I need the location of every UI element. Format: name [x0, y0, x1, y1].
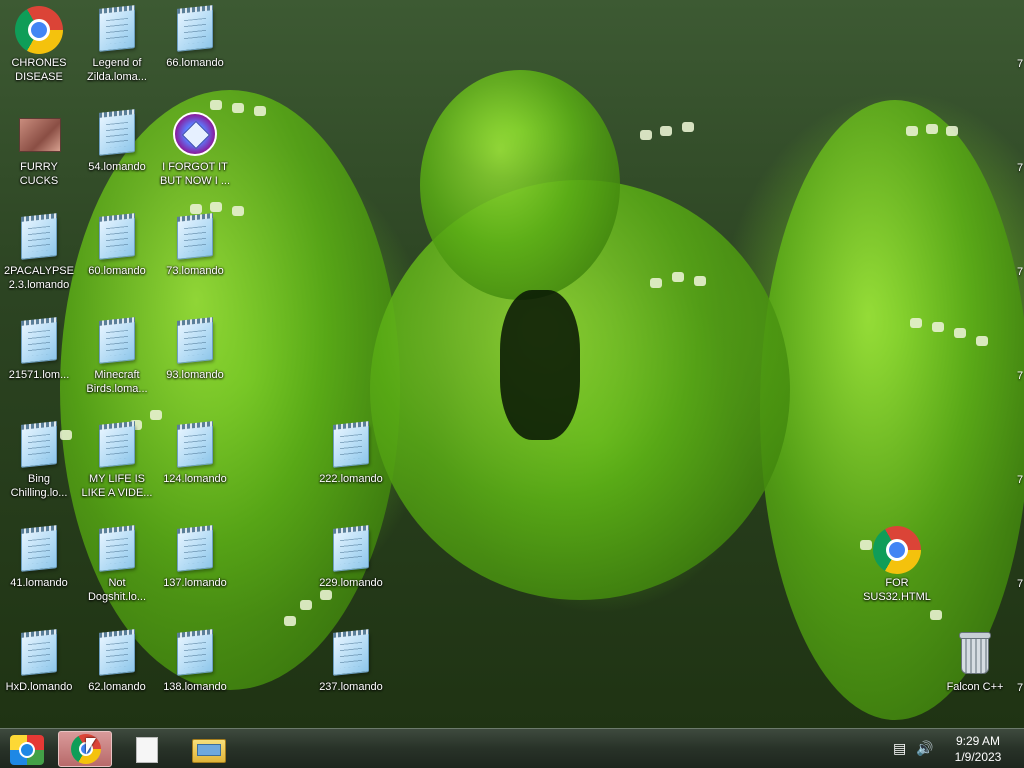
desktop-icon-21571[interactable]: 21571.lom... — [0, 314, 78, 382]
notepad-icon — [177, 216, 213, 260]
notepad-icon — [21, 424, 57, 468]
desktop-icon-hxd-lomando[interactable]: HxD.lomando — [0, 626, 78, 694]
notepad-icon — [21, 528, 57, 572]
desktop-icon-falcon-cpp[interactable]: Falcon C++ — [936, 626, 1014, 694]
icon-label: Bing Chilling.lo... — [10, 473, 68, 499]
taskbar-button-document[interactable] — [118, 731, 172, 767]
icon-label: Falcon C++ — [946, 681, 1004, 693]
start-button[interactable] — [0, 731, 54, 767]
icon-label: MY LIFE IS LIKE A VIDE... — [81, 473, 153, 499]
desktop-icon-124-lomando[interactable]: 124.lomando — [156, 418, 234, 486]
image-thumbnail-icon — [19, 118, 61, 152]
icon-label: FOR SUS32.HTML — [863, 577, 931, 603]
desktop-icon-222-lomando[interactable]: 222.lomando — [312, 418, 390, 486]
offscreen-icon-label: 7 — [1017, 58, 1024, 70]
notepad-icon — [21, 632, 57, 676]
desktop-icon-237-lomando[interactable]: 237.lomando — [312, 626, 390, 694]
desktop-icon-73-lomando[interactable]: 73.lomando — [156, 210, 234, 278]
desktop-icon-minecraft-birds[interactable]: Minecraft Birds.loma... — [78, 314, 156, 396]
recycle-bin-icon — [959, 632, 991, 674]
icon-label: 93.lomando — [166, 369, 224, 381]
file-explorer-icon — [192, 739, 226, 763]
notepad-icon — [177, 424, 213, 468]
icon-label: 60.lomando — [88, 265, 146, 277]
icon-label: 124.lomando — [163, 473, 227, 485]
notepad-icon — [99, 8, 135, 52]
icon-label: 137.lomando — [163, 577, 227, 589]
icon-label: 66.lomando — [166, 57, 224, 69]
notepad-icon — [99, 320, 135, 364]
offscreen-icon-label: 7 — [1017, 578, 1024, 590]
offscreen-icon-label: 7 — [1017, 370, 1024, 382]
notepad-icon — [333, 528, 369, 572]
desktop-icon-my-life-is-like-a-video[interactable]: MY LIFE IS LIKE A VIDE... — [78, 418, 156, 500]
desktop-icon-for-sus32-html[interactable]: FOR SUS32.HTML — [858, 522, 936, 604]
network-icon[interactable]: ▤ — [893, 741, 906, 755]
desktop-icon-not-dogshit[interactable]: Not Dogshit.lo... — [78, 522, 156, 604]
icon-label: HxD.lomando — [5, 681, 73, 693]
icon-label: FURRY CUCKS — [19, 161, 59, 187]
icon-label: 62.lomando — [88, 681, 146, 693]
icon-label: Minecraft Birds.loma... — [86, 369, 148, 395]
taskbar-button-file-explorer[interactable] — [182, 731, 236, 767]
desktop-icon-41-lomando[interactable]: 41.lomando — [0, 522, 78, 590]
taskbar-button-chrome[interactable] — [58, 731, 112, 767]
icon-label: 41.lomando — [10, 577, 68, 589]
desktop-icon-2pacalypse[interactable]: 2PACALYPSE 2.3.lomando — [0, 210, 78, 292]
desktop-icon-137-lomando[interactable]: 137.lomando — [156, 522, 234, 590]
desktop-icon-i-forgot-it[interactable]: I FORGOT IT BUT NOW I ... — [156, 106, 234, 188]
offscreen-icon-label: 7 — [1017, 162, 1024, 174]
notepad-icon — [99, 424, 135, 468]
notepad-icon — [99, 632, 135, 676]
notepad-icon — [177, 320, 213, 364]
icon-label: Not Dogshit.lo... — [87, 577, 147, 603]
notepad-icon — [99, 216, 135, 260]
mouse-cursor — [86, 738, 96, 754]
icon-label: 138.lomando — [163, 681, 227, 693]
icon-label: 21571.lom... — [8, 369, 70, 381]
desktop-icon-66-lomando[interactable]: 66.lomando — [156, 2, 234, 70]
speaker-icon[interactable]: 🔊 — [916, 741, 933, 755]
desktop-icon-138-lomando[interactable]: 138.lomando — [156, 626, 234, 694]
notepad-icon — [99, 112, 135, 156]
desktop-icon-93-lomando[interactable]: 93.lomando — [156, 314, 234, 382]
icon-label: CHRONES DISEASE — [11, 57, 67, 83]
notepad-icon — [333, 632, 369, 676]
taskbar: ▤ 🔊 9:29 AM 1/9/2023 — [0, 728, 1024, 768]
icon-label: 73.lomando — [166, 265, 224, 277]
chrome-icon — [873, 526, 921, 574]
notepad-icon — [177, 528, 213, 572]
clock-time: 9:29 AM — [955, 734, 1001, 748]
offscreen-icon-label: 7 — [1017, 474, 1024, 486]
offscreen-icon-label: 7 — [1017, 682, 1024, 694]
desktop-icon-bing-chilling[interactable]: Bing Chilling.lo... — [0, 418, 78, 500]
icon-label: 54.lomando — [88, 161, 146, 173]
taskbar-clock[interactable]: 9:29 AM 1/9/2023 — [938, 733, 1018, 765]
desktop-icon-229-lomando[interactable]: 229.lomando — [312, 522, 390, 590]
notepad-icon — [177, 8, 213, 52]
notepad-icon — [99, 528, 135, 572]
desktop-icon-furry-cucks[interactable]: FURRY CUCKS — [0, 106, 78, 188]
notepad-icon — [21, 320, 57, 364]
chrome-icon — [15, 6, 63, 54]
desktop-icon-60-lomando[interactable]: 60.lomando — [78, 210, 156, 278]
icon-label: I FORGOT IT BUT NOW I ... — [159, 161, 231, 187]
desktop-icon-legend-of-zilda[interactable]: Legend of Zilda.loma... — [78, 2, 156, 84]
icon-label: 229.lomando — [319, 577, 383, 589]
notepad-icon — [21, 216, 57, 260]
icon-label: 2PACALYPSE 2.3.lomando — [4, 265, 74, 291]
offscreen-icon-label: 7 — [1017, 266, 1024, 278]
desktop-icon-54-lomando[interactable]: 54.lomando — [78, 106, 156, 174]
desktop-icon-chrones-disease[interactable]: CHRONES DISEASE — [0, 2, 78, 84]
start-orb-icon — [10, 735, 44, 765]
desktop-icon-62-lomando[interactable]: 62.lomando — [78, 626, 156, 694]
icon-label: Legend of Zilda.loma... — [87, 57, 147, 83]
document-icon — [136, 737, 158, 763]
icon-label: 222.lomando — [319, 473, 383, 485]
notepad-icon — [333, 424, 369, 468]
clock-date: 1/9/2023 — [954, 750, 1002, 764]
icon-label: 237.lomando — [319, 681, 383, 693]
gem-icon — [173, 112, 217, 156]
notepad-icon — [177, 632, 213, 676]
